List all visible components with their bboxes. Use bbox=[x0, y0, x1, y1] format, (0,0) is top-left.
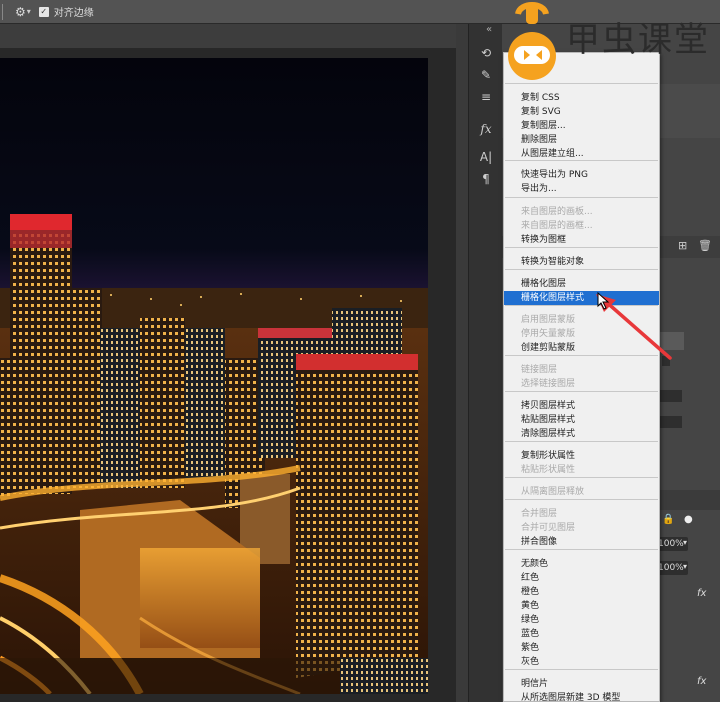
menu-item[interactable]: 复制形状属性 bbox=[504, 449, 659, 463]
menu-item[interactable]: 明信片 bbox=[504, 677, 659, 691]
menu-separator bbox=[505, 441, 658, 442]
menu-separator bbox=[505, 247, 658, 248]
menu-item[interactable]: 转换为智能对象 bbox=[504, 255, 659, 269]
menu-separator bbox=[505, 269, 658, 270]
align-edges-checkbox[interactable]: ✓ bbox=[38, 6, 49, 17]
menu-item: 合并图层 bbox=[521, 509, 558, 519]
character-icon[interactable]: A| bbox=[469, 146, 503, 168]
menu-item[interactable]: 清除图层样式 bbox=[504, 427, 659, 441]
menu-separator bbox=[505, 391, 658, 392]
menu-item[interactable]: 绿色 bbox=[504, 613, 659, 627]
menu-item[interactable]: 复制图层... bbox=[504, 119, 659, 133]
document-tab-strip bbox=[0, 24, 456, 48]
document-area bbox=[0, 24, 456, 702]
menu-item[interactable]: 转换为图框 bbox=[504, 233, 659, 247]
menu-item[interactable]: 删除图层 bbox=[504, 133, 659, 147]
menu-item[interactable]: 栅格化图层 bbox=[504, 277, 659, 291]
menu-item[interactable]: 从所选图层新建 3D 模型 bbox=[504, 691, 659, 702]
menu-separator bbox=[505, 83, 658, 84]
pin-icon[interactable]: ● bbox=[684, 514, 693, 525]
layer-fx-icon[interactable]: fx bbox=[697, 588, 706, 599]
panel-dropdown[interactable] bbox=[660, 390, 682, 402]
panel-icon-rail: ⟲ ✎ ≡ fx A| ¶ bbox=[468, 24, 502, 702]
menu-item: 来自图层的画框... bbox=[521, 221, 593, 231]
menu-item[interactable]: 快速导出为 PNG bbox=[504, 168, 659, 182]
menu-item: 从隔离图层释放 bbox=[521, 487, 585, 497]
menu-item[interactable]: 无颜色 bbox=[504, 557, 659, 571]
trash-icon[interactable]: 🗑 bbox=[698, 239, 712, 252]
menu-item: 来自图层的画板... bbox=[521, 207, 593, 217]
photoshop-window: ⚙ ▾ ✓ 对齐边缘 ⟲ ✎ ≡ fx A| ¶ « ⊞ 🗑 100% ▾ 10… bbox=[0, 0, 720, 702]
menu-separator bbox=[505, 197, 658, 198]
menu-item[interactable]: 黄色 bbox=[504, 599, 659, 613]
menu-item[interactable]: 紫色 bbox=[504, 641, 659, 655]
canvas-city-night-image[interactable] bbox=[0, 58, 428, 694]
menu-item[interactable]: 粘贴图层样式 bbox=[504, 413, 659, 427]
gear-icon[interactable]: ⚙ bbox=[15, 5, 26, 19]
paragraph-icon[interactable]: ¶ bbox=[469, 168, 503, 190]
panel-dropdown[interactable] bbox=[660, 416, 682, 428]
add-icon[interactable]: ⊞ bbox=[678, 239, 687, 252]
mouse-pointer-icon bbox=[597, 292, 610, 310]
menu-item[interactable]: 灰色 bbox=[504, 655, 659, 669]
logo-text: 甲虫课堂 bbox=[566, 20, 710, 60]
city-night-photo bbox=[0, 58, 428, 694]
menu-item[interactable]: 拷贝图层样式 bbox=[504, 399, 659, 413]
lock-icon[interactable]: 🔒 bbox=[662, 514, 674, 525]
menu-separator bbox=[505, 477, 658, 478]
menu-item[interactable]: 拼合图像 bbox=[504, 535, 659, 549]
menu-item[interactable]: 橙色 bbox=[504, 585, 659, 599]
menu-item[interactable]: 复制 SVG bbox=[504, 105, 659, 119]
menu-separator bbox=[505, 499, 658, 500]
menu-separator bbox=[505, 669, 658, 670]
menu-item[interactable]: 导出为... bbox=[504, 182, 659, 196]
layer-fx-icon[interactable]: fx bbox=[697, 676, 706, 687]
menu-item[interactable]: 蓝色 bbox=[504, 627, 659, 641]
history-icon[interactable]: ⟲ bbox=[469, 42, 503, 64]
menu-item[interactable]: 复制 CSS bbox=[504, 91, 659, 105]
chevron-down-icon[interactable]: ▾ bbox=[683, 538, 687, 547]
menu-item: 合并可见图层 bbox=[521, 523, 576, 533]
menu-item[interactable]: 从图层建立组... bbox=[504, 147, 659, 161]
chevron-down-icon[interactable]: ▾ bbox=[683, 562, 687, 571]
align-edges-label: 对齐边缘 bbox=[53, 8, 94, 19]
options-divider bbox=[2, 3, 3, 20]
sliders-icon[interactable]: ≡ bbox=[469, 86, 503, 108]
fx-icon[interactable]: fx bbox=[469, 118, 503, 140]
menu-separator bbox=[505, 549, 658, 550]
chevron-down-icon[interactable]: ▾ bbox=[27, 7, 31, 16]
menu-item[interactable]: 红色 bbox=[504, 571, 659, 585]
collapse-panels-icon[interactable]: « bbox=[486, 24, 492, 35]
menu-item: 粘贴形状属性 bbox=[521, 465, 576, 475]
brush-icon[interactable]: ✎ bbox=[469, 64, 503, 86]
